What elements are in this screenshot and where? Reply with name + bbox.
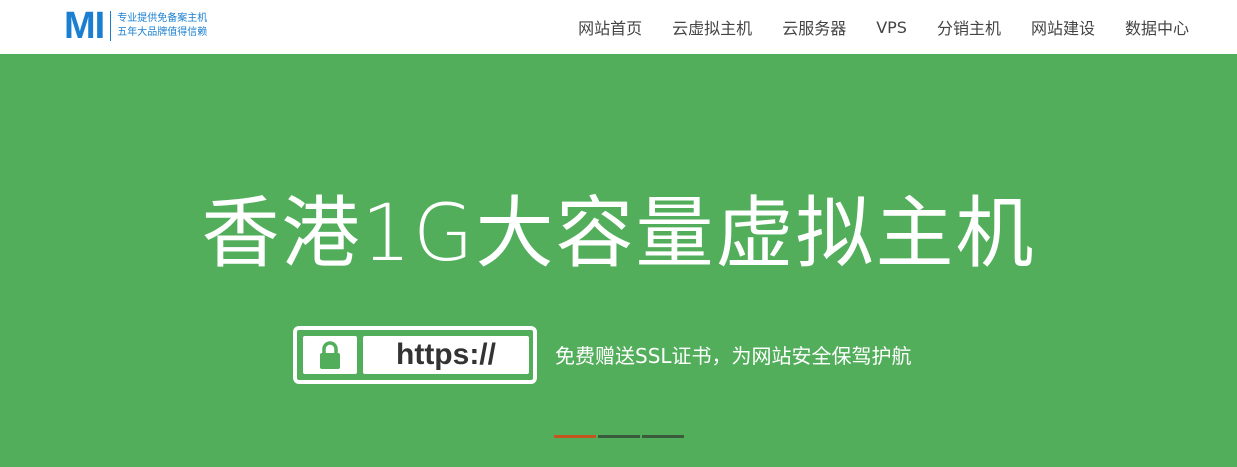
badge-lock-box (303, 336, 357, 374)
nav-data-center[interactable]: 数据中心 (1125, 15, 1189, 39)
logo-mark: MI (64, 5, 105, 47)
nav-cloud-virtual-host[interactable]: 云虚拟主机 (672, 15, 752, 39)
nav-website-building[interactable]: 网站建设 (1031, 15, 1095, 39)
logo-divider (110, 11, 112, 41)
main-nav: 网站首页 云虚拟主机 云服务器 VPS 分销主机 网站建设 数据中心 (548, 0, 1189, 54)
nav-reseller-host[interactable]: 分销主机 (937, 15, 1001, 39)
site-header: MI 专业提供免备案主机 五年大品牌值得信赖 网站首页 云虚拟主机 云服务器 V… (0, 0, 1237, 54)
badge-https-text: https:// (363, 336, 529, 374)
site-logo[interactable]: MI 专业提供免备案主机 五年大品牌值得信赖 (64, 5, 207, 47)
hero-subtitle: 免费赠送SSL证书，为网站安全保驾护航 (555, 344, 912, 368)
logo-tagline: 专业提供免备案主机 五年大品牌值得信赖 (117, 12, 207, 40)
carousel-dot-2[interactable] (598, 435, 640, 438)
carousel-dot-1[interactable] (554, 435, 596, 438)
hero-banner[interactable]: 香港1G大容量虚拟主机 https:// 免费赠送SSL证书，为网站安全保驾护航 (0, 54, 1237, 467)
carousel-indicators (554, 435, 686, 438)
hero-title: 香港1G大容量虚拟主机 (201, 189, 1036, 279)
carousel-dot-3[interactable] (642, 435, 684, 438)
logo-tagline-line2: 五年大品牌值得信赖 (117, 27, 208, 38)
nav-home[interactable]: 网站首页 (578, 15, 642, 39)
lock-icon (320, 341, 340, 369)
https-badge: https:// (293, 326, 537, 384)
nav-cloud-server[interactable]: 云服务器 (782, 15, 846, 39)
logo-tagline-line1: 专业提供免备案主机 (117, 13, 208, 24)
nav-vps[interactable]: VPS (876, 18, 907, 37)
